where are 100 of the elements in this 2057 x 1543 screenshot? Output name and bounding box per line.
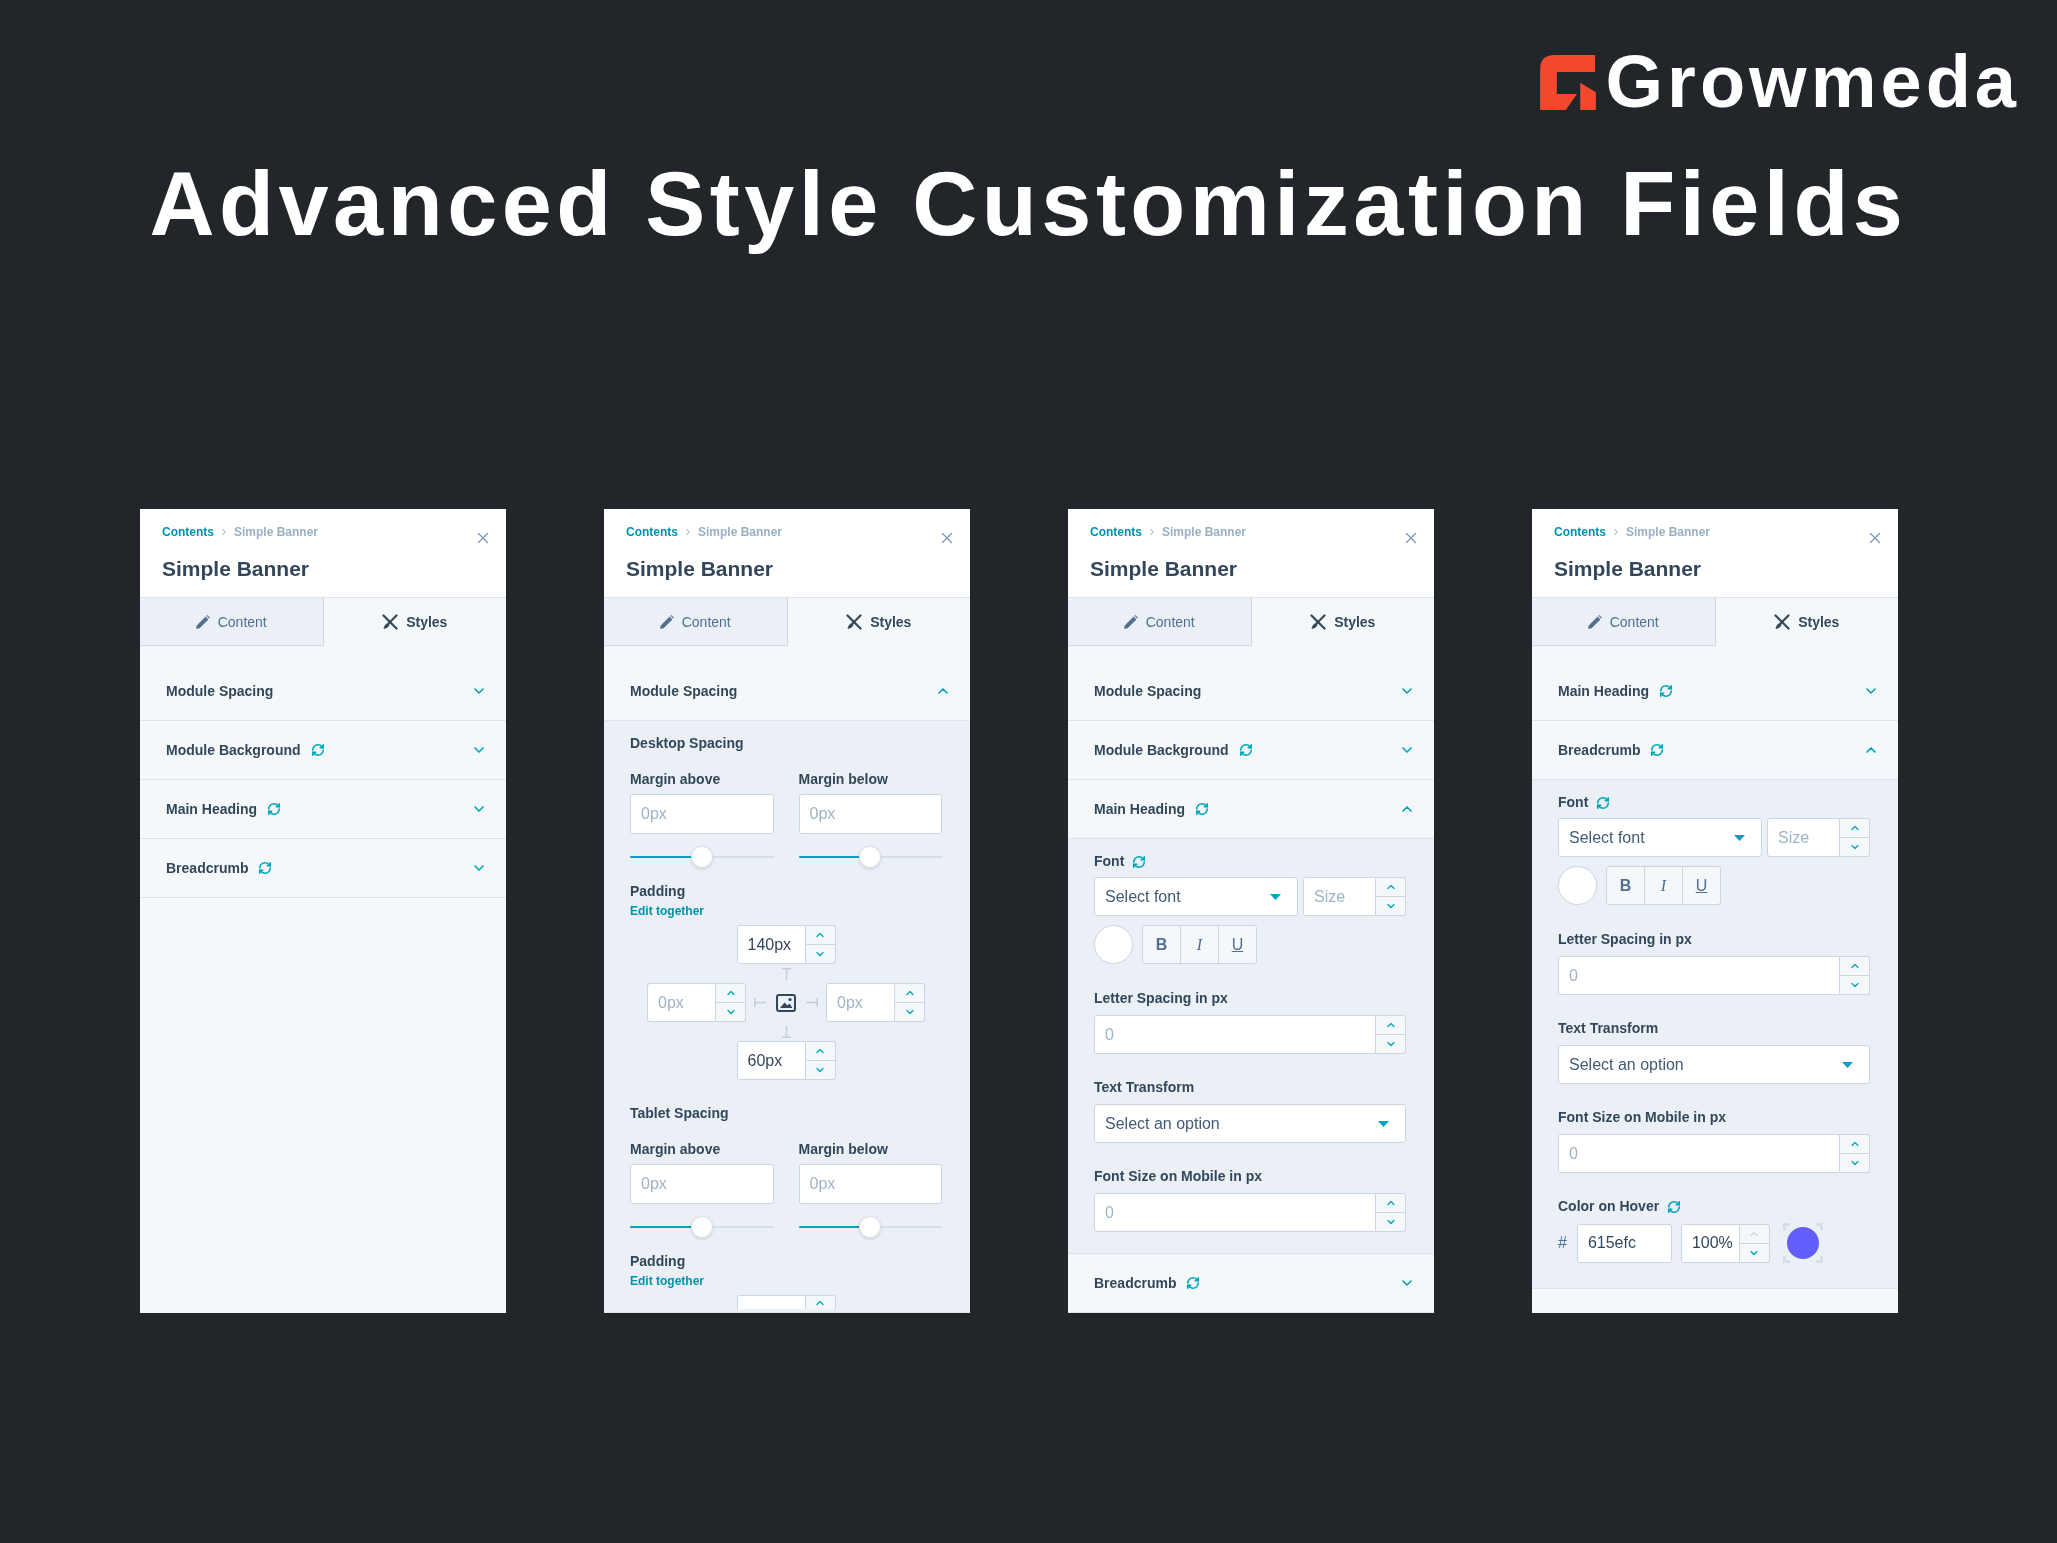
panel-title: Simple Banner <box>1090 557 1239 581</box>
step-down-button[interactable] <box>716 1003 746 1022</box>
image-icon <box>776 993 796 1012</box>
step-down-button[interactable] <box>1840 838 1870 857</box>
hex-input[interactable]: 615efc <box>1576 1223 1672 1263</box>
crossed-tools-icon <box>382 614 399 630</box>
underline-button[interactable]: U <box>1218 925 1257 964</box>
slider-thumb[interactable] <box>690 846 713 868</box>
number-input[interactable]: 0 <box>1094 1193 1376 1232</box>
slider-track[interactable] <box>798 1216 942 1238</box>
color-swatch-icon[interactable] <box>1094 925 1133 964</box>
breadcrumb-current: Simple Banner <box>698 524 783 540</box>
number-input[interactable]: 0 <box>1558 956 1840 995</box>
chevron-right-icon <box>683 527 693 537</box>
bold-button[interactable]: B <box>1606 866 1645 905</box>
slider-thumb[interactable] <box>859 1216 882 1238</box>
breadcrumb-link[interactable]: Contents <box>1090 524 1142 540</box>
caret-down-icon <box>1842 1061 1853 1068</box>
slider-thumb[interactable] <box>690 1216 713 1238</box>
step-up-button[interactable] <box>1840 956 1870 976</box>
panel-title: Simple Banner <box>626 557 775 581</box>
color-swatch-icon[interactable] <box>1558 866 1597 905</box>
text-input[interactable]: 0px <box>630 1164 774 1204</box>
step-up-button[interactable] <box>1376 1193 1406 1213</box>
step-up-button[interactable] <box>805 1295 836 1309</box>
step-down-button[interactable] <box>1376 1035 1406 1054</box>
text-input[interactable]: 0px <box>630 794 774 834</box>
step-up-button[interactable] <box>716 983 746 1003</box>
color-swatch-icon[interactable] <box>1782 1223 1823 1263</box>
field-label: Letter Spacing in px <box>1558 931 1692 948</box>
t-bar-icon <box>781 1025 791 1038</box>
t-bar-icon <box>754 998 766 1007</box>
slider-thumb[interactable] <box>859 846 882 868</box>
logo-icon <box>1539 54 1596 110</box>
caret-down-icon <box>1734 834 1745 841</box>
font-select[interactable]: Select font <box>1558 818 1762 857</box>
number-input[interactable] <box>736 1295 806 1309</box>
breadcrumb-current: Simple Banner <box>1626 524 1711 540</box>
option-select[interactable]: Select an option <box>1094 1104 1406 1143</box>
number-input[interactable]: 0px <box>647 983 716 1022</box>
chevron-right-icon <box>1147 527 1157 537</box>
field-label: Margin below <box>798 771 889 788</box>
step-up-button[interactable] <box>1376 877 1406 897</box>
tab[interactable]: Content <box>604 598 788 646</box>
font-select[interactable]: Select font <box>1094 877 1298 916</box>
step-down-button[interactable] <box>1376 1213 1406 1232</box>
field-label: Margin above <box>630 771 722 788</box>
step-down-button[interactable] <box>1840 1154 1870 1173</box>
number-input[interactable]: 0 <box>1558 1134 1840 1173</box>
text-input[interactable]: 0px <box>798 794 942 834</box>
number-input[interactable]: 140px <box>736 925 806 964</box>
number-input[interactable]: 60px <box>736 1041 806 1080</box>
bold-button[interactable]: B <box>1142 925 1181 964</box>
text-input[interactable]: 0px <box>798 1164 942 1204</box>
field-label: Padding <box>630 883 687 900</box>
number-input[interactable]: Size <box>1303 877 1376 916</box>
caret-down-icon <box>1270 893 1281 900</box>
number-input[interactable]: Size <box>1767 818 1840 857</box>
t-bar-icon <box>781 967 791 980</box>
breadcrumb-link[interactable]: Contents <box>1554 524 1606 540</box>
slider-track[interactable] <box>630 846 774 868</box>
pencil-icon <box>195 614 210 629</box>
slider-track[interactable] <box>630 1216 774 1238</box>
pencil-icon <box>1123 614 1138 629</box>
tab[interactable]: Content <box>1068 598 1252 646</box>
underline-button[interactable]: U <box>1682 866 1721 905</box>
field-label: Text Transform <box>1094 1079 1195 1096</box>
option-select[interactable]: Select an option <box>1558 1045 1870 1084</box>
breadcrumb-link[interactable]: Contents <box>162 524 214 540</box>
panel-title: Simple Banner <box>1554 557 1703 581</box>
italic-button[interactable]: I <box>1180 925 1219 964</box>
hex-prefix: # <box>1558 1233 1567 1253</box>
step-down-button[interactable] <box>805 945 836 964</box>
slider-track[interactable] <box>798 846 942 868</box>
step-down-button[interactable] <box>895 1003 925 1022</box>
tab[interactable]: Content <box>1532 598 1716 646</box>
chevron-right-icon <box>219 527 229 537</box>
panel-title: Simple Banner <box>162 557 311 581</box>
step-up-button[interactable] <box>1376 1015 1406 1035</box>
field-label: Font <box>1094 853 1125 870</box>
number-input[interactable]: 0 <box>1094 1015 1376 1054</box>
field-label: Padding <box>630 1253 687 1270</box>
number-input[interactable]: 100% <box>1680 1223 1740 1263</box>
number-input[interactable]: 0px <box>826 983 895 1022</box>
brand-name: Growmeda <box>1605 54 2020 110</box>
step-up-button[interactable] <box>1840 1134 1870 1154</box>
field-label: Font <box>1558 794 1589 811</box>
pencil-icon <box>1587 614 1602 629</box>
crossed-tools-icon <box>1774 614 1791 630</box>
step-up-button[interactable] <box>895 983 925 1003</box>
step-down-button[interactable] <box>805 1061 836 1080</box>
pencil-icon <box>659 614 674 629</box>
tab[interactable]: Content <box>140 598 324 646</box>
step-down-button[interactable] <box>1376 897 1406 916</box>
step-up-button[interactable] <box>805 1041 836 1061</box>
step-up-button[interactable] <box>1840 818 1870 838</box>
italic-button[interactable]: I <box>1644 866 1683 905</box>
breadcrumb-link[interactable]: Contents <box>626 524 678 540</box>
step-down-button[interactable] <box>1840 976 1870 995</box>
step-up-button[interactable] <box>805 925 836 945</box>
